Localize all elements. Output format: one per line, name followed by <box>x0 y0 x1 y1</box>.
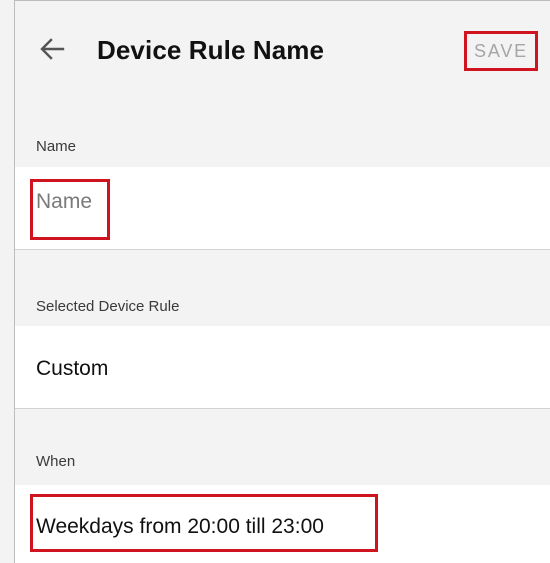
rule-section-label: Selected Device Rule <box>36 298 180 315</box>
device-rule-screen: Device Rule Name SAVE Name Selected Devi… <box>14 0 550 563</box>
toolbar: Device Rule Name SAVE <box>15 1 550 107</box>
when-section-header: When <box>15 409 550 485</box>
page-title: Device Rule Name <box>97 35 325 65</box>
rule-field-row[interactable]: Custom <box>15 326 550 409</box>
name-input[interactable] <box>33 177 336 227</box>
name-field-row <box>15 167 550 250</box>
save-button[interactable]: SAVE <box>464 31 538 71</box>
name-section-header: Name <box>15 107 550 167</box>
arrow-left-icon <box>40 38 65 60</box>
when-field-row[interactable]: Weekdays from 20:00 till 23:00 <box>15 485 550 563</box>
rule-section-header: Selected Device Rule <box>15 250 550 326</box>
name-section-label: Name <box>36 138 77 155</box>
when-section-label: When <box>36 453 76 470</box>
back-button[interactable] <box>35 31 71 67</box>
when-value: Weekdays from 20:00 till 23:00 <box>36 515 324 538</box>
selected-rule-value: Custom <box>36 357 109 380</box>
